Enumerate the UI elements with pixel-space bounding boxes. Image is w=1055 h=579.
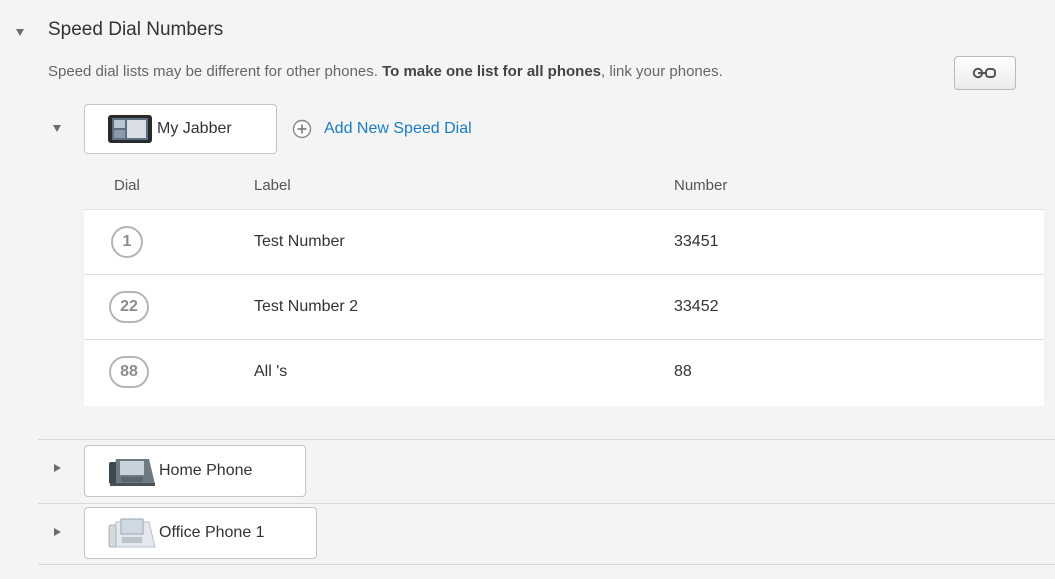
column-header-number: Number <box>674 177 728 194</box>
plus-circle-icon <box>292 119 312 139</box>
description-bold: To make one list for all phones <box>382 63 602 80</box>
device-divider <box>38 564 1055 565</box>
link-phones-button[interactable] <box>954 56 1016 90</box>
device-divider <box>38 439 1055 440</box>
tablet-icon <box>107 114 153 144</box>
section-title: Speed Dial Numbers <box>48 19 224 40</box>
description-text: Speed dial lists may be different for ot… <box>48 63 383 80</box>
home-phone-expand-toggle[interactable] <box>54 464 61 472</box>
dial-badge: 1 <box>111 226 143 258</box>
speed-dial-row[interactable]: 22 Test Number 2 33452 <box>84 274 1044 339</box>
device-button-home-phone[interactable]: Home Phone <box>84 445 306 497</box>
column-header-dial: Dial <box>114 177 140 194</box>
speed-dial-row[interactable]: 88 All 's 88 <box>84 339 1044 406</box>
link-icon <box>972 67 996 79</box>
row-label: Test Number <box>254 233 345 250</box>
desk-phone-icon <box>107 454 157 488</box>
desk-phone-white-icon <box>107 516 157 550</box>
row-number: 33452 <box>674 298 719 315</box>
office-phone-expand-toggle[interactable] <box>54 528 61 536</box>
device-divider <box>38 503 1055 504</box>
my-jabber-collapse-toggle[interactable] <box>53 125 61 132</box>
dial-badge: 22 <box>109 291 149 323</box>
section-description: Speed dial lists may be different for ot… <box>48 63 723 80</box>
add-new-speed-dial-label: Add New Speed Dial <box>324 120 472 137</box>
device-name: Office Phone 1 <box>159 524 265 541</box>
row-label: Test Number 2 <box>254 298 359 315</box>
device-name: Home Phone <box>159 462 253 479</box>
row-number: 88 <box>674 363 692 380</box>
column-header-label: Label <box>254 177 291 194</box>
device-button-office-phone-1[interactable]: Office Phone 1 <box>84 507 317 559</box>
row-label: All 's <box>254 363 288 380</box>
row-number: 33451 <box>674 233 719 250</box>
device-name: My Jabber <box>157 120 232 137</box>
device-button-my-jabber[interactable]: My Jabber <box>84 104 277 154</box>
description-tail: , link your phones. <box>601 63 723 80</box>
add-new-speed-dial-link[interactable]: Add New Speed Dial <box>292 119 472 139</box>
speed-dial-row[interactable]: 1 Test Number 33451 <box>84 209 1044 274</box>
dial-badge: 88 <box>109 356 149 388</box>
section-collapse-toggle[interactable] <box>16 29 24 36</box>
